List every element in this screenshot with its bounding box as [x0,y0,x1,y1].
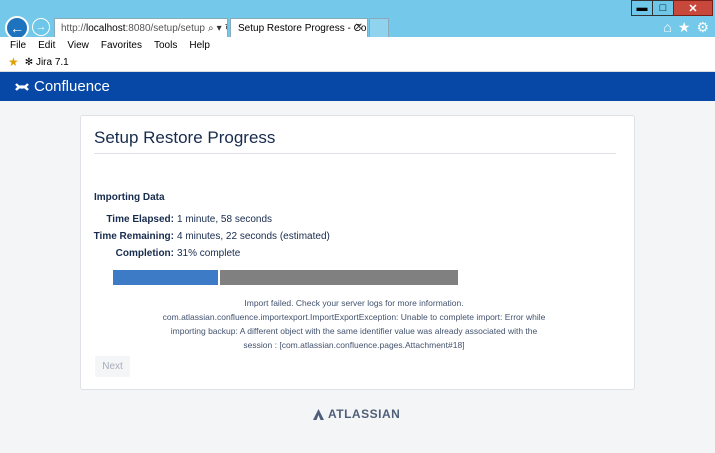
close-tab-icon[interactable]: ✕ [355,22,363,33]
address-bar[interactable]: http://localhost:8080/setup/setup ⌕ ▾ ↻ [54,18,228,38]
error-line: session : [com.atlassian.confluence.page… [243,340,465,350]
progress-bar [113,270,458,285]
menu-view[interactable]: View [67,40,89,51]
browser-tools: ⌂ ★ ⚙ [663,19,709,36]
maximize-button[interactable]: □ [652,0,674,16]
forward-button[interactable]: → [32,18,50,36]
section-title: Importing Data [94,192,165,203]
menu-file[interactable]: File [10,40,26,51]
menu-help[interactable]: Help [189,40,210,51]
error-line: com.atlassian.confluence.importexport.Im… [162,312,546,322]
search-icon[interactable]: ⌕ [208,23,214,34]
window-controls: ▬ □ ✕ [631,0,713,16]
home-icon[interactable]: ⌂ [663,19,671,36]
completion-label: Completion: [115,248,174,259]
error-line: importing backup: A different object wit… [170,326,538,336]
atlassian-brand: ATLASSIAN [328,407,401,421]
time-elapsed-row: Time Elapsed: 1 minute, 58 seconds [81,214,581,225]
arrow-right-icon: → [35,21,47,33]
setup-card: Setup Restore Progress Importing Data Ti… [80,115,635,390]
error-line: Import failed. Check your server logs fo… [244,298,464,308]
tab-setup-restore[interactable]: Setup Restore Progress - Co... ✕ [230,18,368,38]
jira-icon: ✻ [24,56,34,68]
favorites-star-icon[interactable]: ★ [678,19,691,36]
favorites-bar: ★ ✻ Jira 7.1 [0,53,715,72]
title-divider [94,153,616,154]
confluence-logo-icon [15,82,29,91]
address-path: :8080/setup/setup [125,22,205,34]
time-remaining-value: 4 minutes, 22 seconds (estimated) [177,231,330,242]
tab-title: Setup Restore Progress - Co... [238,23,368,34]
time-elapsed-label: Time Elapsed: [106,214,174,225]
menu-favorites[interactable]: Favorites [101,40,142,51]
arrow-left-icon: ← [10,20,24,36]
page-title: Setup Restore Progress [94,128,276,147]
page-body: Setup Restore Progress Importing Data Ti… [0,101,715,453]
atlassian-footer-logo: ATLASSIAN [313,407,400,421]
time-remaining-row: Time Remaining: 4 minutes, 22 seconds (e… [81,231,581,242]
menu-bar: File Edit View Favorites Tools Help [0,37,715,53]
menu-tools[interactable]: Tools [154,40,177,51]
address-scheme: http:// [61,22,87,34]
gear-icon[interactable]: ⚙ [696,19,709,36]
favorite-item-label: Jira 7.1 [35,56,69,68]
add-favorite-icon[interactable]: ★ [8,55,19,69]
next-button[interactable]: Next [95,356,130,377]
minimize-button[interactable]: ▬ [631,0,653,16]
dropdown-icon[interactable]: ▾ [217,23,222,34]
completion-value: 31% complete [177,248,241,259]
progress-fill [113,270,220,285]
confluence-header: Confluence [0,72,715,101]
error-message: Import failed. Check your server logs fo… [94,296,614,352]
close-window-button[interactable]: ✕ [673,0,713,16]
address-host: localhost [86,22,126,34]
new-tab-button[interactable] [369,18,389,38]
favorite-item-jira[interactable]: ✻ Jira 7.1 [25,57,69,68]
time-remaining-label: Time Remaining: [93,231,174,242]
product-name[interactable]: Confluence [34,78,110,95]
completion-row: Completion: 31% complete [81,248,581,259]
menu-edit[interactable]: Edit [38,40,55,51]
atlassian-logo-icon [313,408,324,420]
refresh-icon[interactable]: ↻ [225,23,227,34]
time-elapsed-value: 1 minute, 58 seconds [177,214,273,225]
